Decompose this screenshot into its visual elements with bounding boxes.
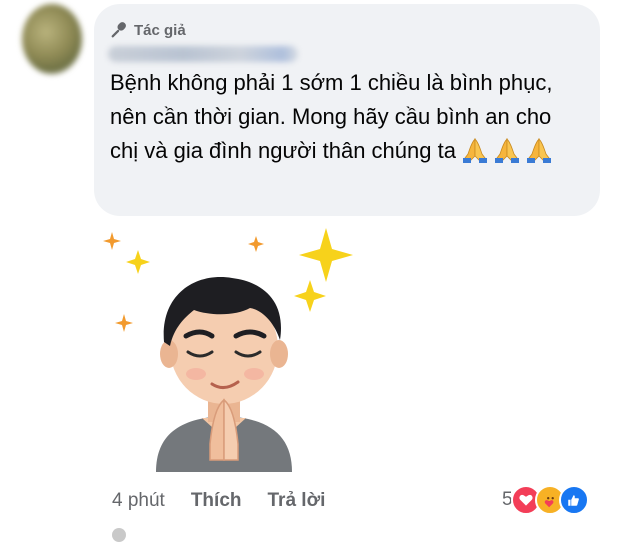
author-badge-label: Tác giả xyxy=(134,21,186,39)
comment-text: Bệnh không phải 1 sớm 1 chiều là bình ph… xyxy=(110,66,580,168)
folded-hands-icon xyxy=(495,138,520,163)
comment-timestamp[interactable]: 4 phút xyxy=(112,490,165,512)
folded-hands-icon xyxy=(527,138,552,163)
folded-hands-icon xyxy=(463,138,488,163)
author-badge: Tác giả xyxy=(110,19,186,41)
commenter-name-blurred[interactable] xyxy=(108,46,298,62)
like-icon xyxy=(558,485,589,515)
like-button[interactable]: Thích xyxy=(191,490,242,512)
next-comment-avatar[interactable] xyxy=(112,528,126,542)
comment-actions: 4 phút Thích Trả lời xyxy=(112,488,325,514)
comment-bubble: Tác giả Bệnh không phải 1 sớm 1 chiều là… xyxy=(94,4,600,216)
reply-button[interactable]: Trả lời xyxy=(268,490,326,512)
commenter-avatar[interactable] xyxy=(22,4,82,74)
praying-avatar-sticker xyxy=(103,228,353,472)
reaction-summary[interactable]: 5 xyxy=(502,485,589,515)
microphone-icon xyxy=(111,22,126,38)
